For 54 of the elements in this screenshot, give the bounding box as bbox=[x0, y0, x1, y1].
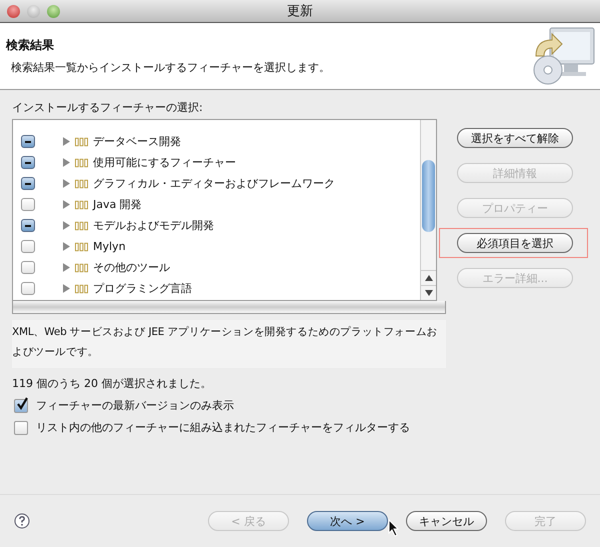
option-label[interactable]: フィーチャーの最新バージョンのみ表示 bbox=[36, 398, 234, 413]
scroll-down-icon[interactable] bbox=[424, 290, 432, 296]
checkbox[interactable] bbox=[21, 135, 35, 148]
feature-name[interactable]: Mylyn bbox=[93, 240, 126, 253]
feature-name[interactable]: プログラミング言語 bbox=[93, 281, 192, 296]
cursor-icon bbox=[388, 519, 400, 537]
close-icon[interactable] bbox=[7, 4, 20, 18]
expand-arrow-icon[interactable] bbox=[63, 200, 70, 209]
feature-icon bbox=[75, 262, 88, 272]
wizard-button[interactable]: 次へ > bbox=[307, 511, 388, 531]
feature-description: XML、Web サービスおよび JEE アプリケーションを開発するためのプラットフォームおよびツールです。 bbox=[12, 320, 446, 368]
checkbox[interactable] bbox=[21, 177, 35, 190]
feature-name[interactable]: モデルおよびモデル開発 bbox=[93, 218, 214, 233]
page-description: 検索結果一覧からインストールするフィーチャーを選択します。 bbox=[10, 60, 330, 75]
checkbox[interactable] bbox=[21, 261, 35, 274]
feature-icon bbox=[75, 178, 88, 188]
scroll-up-icon[interactable] bbox=[424, 275, 432, 281]
horizontal-scrollbar[interactable] bbox=[12, 301, 446, 314]
checkbox[interactable] bbox=[14, 420, 28, 434]
expand-arrow-icon[interactable] bbox=[63, 179, 70, 188]
expand-arrow-icon[interactable] bbox=[63, 263, 70, 272]
expand-arrow-icon[interactable] bbox=[63, 221, 70, 230]
feature-name[interactable]: データベース開発 bbox=[93, 134, 181, 149]
feature-name[interactable]: その他のツール bbox=[93, 260, 170, 275]
expand-arrow-icon[interactable] bbox=[63, 242, 70, 251]
action-button[interactable]: 選択をすべて解除 bbox=[457, 128, 573, 148]
expand-arrow-icon[interactable] bbox=[63, 284, 70, 293]
checkbox[interactable] bbox=[21, 198, 35, 211]
feature-icon bbox=[75, 158, 88, 168]
feature-icon bbox=[75, 284, 88, 294]
action-button[interactable]: 必須項目を選択 bbox=[457, 233, 573, 253]
zoom-icon[interactable] bbox=[47, 4, 60, 18]
help-icon[interactable] bbox=[14, 513, 30, 529]
checkbox[interactable] bbox=[21, 156, 35, 169]
checkbox[interactable] bbox=[14, 398, 28, 412]
feature-icon bbox=[75, 242, 88, 252]
checkbox[interactable] bbox=[21, 219, 35, 232]
checkbox[interactable] bbox=[21, 282, 35, 295]
window-title: 更新 bbox=[287, 3, 313, 20]
feature-name[interactable]: Java 開発 bbox=[93, 197, 142, 212]
wizard-button[interactable]: キャンセル bbox=[406, 511, 487, 531]
selection-status: 119 個のうち 20 個が選択されました。 bbox=[12, 376, 212, 391]
option-label[interactable]: リスト内の他のフィーチャーに組み込まれたフィーチャーをフィルターする bbox=[36, 420, 410, 435]
feature-name[interactable]: 使用可能にするフィーチャー bbox=[93, 155, 236, 170]
scrollbar[interactable] bbox=[420, 120, 436, 300]
checkbox[interactable] bbox=[21, 240, 35, 253]
page-title: 検索結果 bbox=[6, 37, 55, 54]
feature-name[interactable]: グラフィカル・エディターおよびフレームワーク bbox=[93, 176, 335, 191]
feature-icon bbox=[75, 136, 88, 146]
feature-icon bbox=[75, 200, 88, 210]
section-label: インストールするフィーチャーの選択: bbox=[12, 100, 204, 115]
expand-arrow-icon[interactable] bbox=[63, 137, 70, 146]
expand-arrow-icon[interactable] bbox=[63, 158, 70, 167]
feature-icon bbox=[75, 220, 88, 230]
